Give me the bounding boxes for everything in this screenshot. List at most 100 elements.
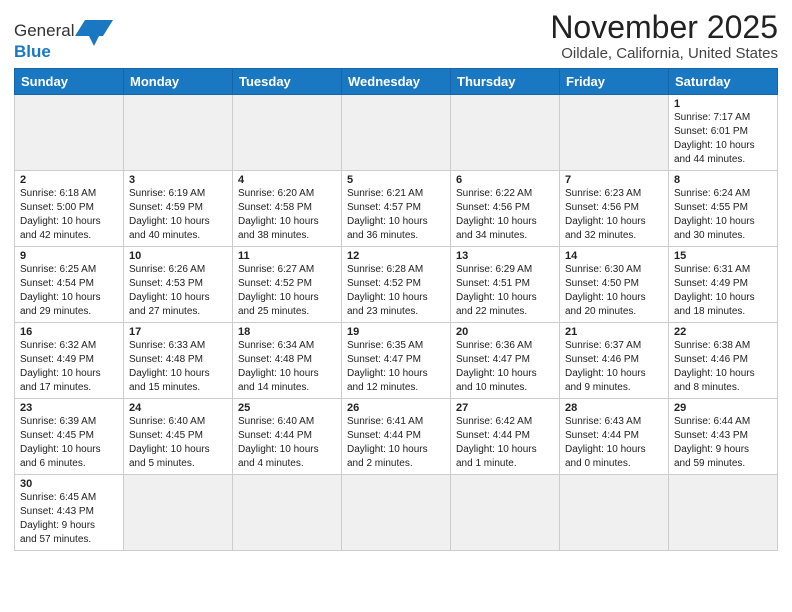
- calendar-week-5: 30Sunrise: 6:45 AM Sunset: 4:43 PM Dayli…: [15, 475, 778, 551]
- calendar-cell: [233, 475, 342, 551]
- calendar-cell: 19Sunrise: 6:35 AM Sunset: 4:47 PM Dayli…: [342, 323, 451, 399]
- day-number: 15: [674, 250, 772, 262]
- calendar-cell: 16Sunrise: 6:32 AM Sunset: 4:49 PM Dayli…: [15, 323, 124, 399]
- day-number: 1: [674, 98, 772, 110]
- day-number: 6: [456, 174, 554, 186]
- header-monday: Monday: [124, 69, 233, 95]
- calendar-subtitle: Oildale, California, United States: [550, 45, 778, 62]
- calendar-cell: 13Sunrise: 6:29 AM Sunset: 4:51 PM Dayli…: [451, 247, 560, 323]
- day-number: 20: [456, 326, 554, 338]
- title-block: November 2025 Oildale, California, Unite…: [550, 10, 778, 62]
- calendar-cell: [342, 95, 451, 171]
- day-number: 22: [674, 326, 772, 338]
- calendar-cell: 1Sunrise: 7:17 AM Sunset: 6:01 PM Daylig…: [669, 95, 778, 171]
- logo-blue-text: Blue: [14, 42, 51, 62]
- day-number: 14: [565, 250, 663, 262]
- weekday-header-row: Sunday Monday Tuesday Wednesday Thursday…: [15, 69, 778, 95]
- calendar-cell: 20Sunrise: 6:36 AM Sunset: 4:47 PM Dayli…: [451, 323, 560, 399]
- day-info: Sunrise: 6:20 AM Sunset: 4:58 PM Dayligh…: [238, 187, 336, 243]
- day-number: 18: [238, 326, 336, 338]
- calendar-cell: 14Sunrise: 6:30 AM Sunset: 4:50 PM Dayli…: [560, 247, 669, 323]
- calendar-cell: [669, 475, 778, 551]
- calendar-cell: 11Sunrise: 6:27 AM Sunset: 4:52 PM Dayli…: [233, 247, 342, 323]
- calendar-cell: 24Sunrise: 6:40 AM Sunset: 4:45 PM Dayli…: [124, 399, 233, 475]
- day-info: Sunrise: 6:27 AM Sunset: 4:52 PM Dayligh…: [238, 263, 336, 319]
- calendar-cell: 15Sunrise: 6:31 AM Sunset: 4:49 PM Dayli…: [669, 247, 778, 323]
- header-sunday: Sunday: [15, 69, 124, 95]
- day-info: Sunrise: 6:41 AM Sunset: 4:44 PM Dayligh…: [347, 415, 445, 471]
- calendar-cell: 7Sunrise: 6:23 AM Sunset: 4:56 PM Daylig…: [560, 171, 669, 247]
- day-number: 4: [238, 174, 336, 186]
- calendar-cell: [451, 95, 560, 171]
- calendar-cell: 29Sunrise: 6:44 AM Sunset: 4:43 PM Dayli…: [669, 399, 778, 475]
- day-number: 30: [20, 478, 118, 490]
- day-number: 17: [129, 326, 227, 338]
- day-number: 2: [20, 174, 118, 186]
- day-info: Sunrise: 6:40 AM Sunset: 4:44 PM Dayligh…: [238, 415, 336, 471]
- header-saturday: Saturday: [669, 69, 778, 95]
- day-info: Sunrise: 6:30 AM Sunset: 4:50 PM Dayligh…: [565, 263, 663, 319]
- day-info: Sunrise: 6:28 AM Sunset: 4:52 PM Dayligh…: [347, 263, 445, 319]
- logo-icon: [75, 16, 113, 46]
- day-info: Sunrise: 6:37 AM Sunset: 4:46 PM Dayligh…: [565, 339, 663, 395]
- logo-general-text: General: [14, 21, 74, 41]
- day-number: 8: [674, 174, 772, 186]
- calendar-week-3: 16Sunrise: 6:32 AM Sunset: 4:49 PM Dayli…: [15, 323, 778, 399]
- calendar-cell: 22Sunrise: 6:38 AM Sunset: 4:46 PM Dayli…: [669, 323, 778, 399]
- day-number: 16: [20, 326, 118, 338]
- calendar-cell: 5Sunrise: 6:21 AM Sunset: 4:57 PM Daylig…: [342, 171, 451, 247]
- calendar-cell: 21Sunrise: 6:37 AM Sunset: 4:46 PM Dayli…: [560, 323, 669, 399]
- calendar-cell: 25Sunrise: 6:40 AM Sunset: 4:44 PM Dayli…: [233, 399, 342, 475]
- day-info: Sunrise: 6:36 AM Sunset: 4:47 PM Dayligh…: [456, 339, 554, 395]
- calendar-title: November 2025: [550, 10, 778, 45]
- calendar-cell: 10Sunrise: 6:26 AM Sunset: 4:53 PM Dayli…: [124, 247, 233, 323]
- day-number: 5: [347, 174, 445, 186]
- calendar-cell: 8Sunrise: 6:24 AM Sunset: 4:55 PM Daylig…: [669, 171, 778, 247]
- day-info: Sunrise: 6:45 AM Sunset: 4:43 PM Dayligh…: [20, 491, 118, 547]
- calendar-cell: [233, 95, 342, 171]
- day-number: 28: [565, 402, 663, 414]
- day-number: 19: [347, 326, 445, 338]
- header: General Blue November 2025 Oildale, Cali…: [14, 10, 778, 62]
- day-number: 11: [238, 250, 336, 262]
- day-number: 3: [129, 174, 227, 186]
- header-tuesday: Tuesday: [233, 69, 342, 95]
- logo: General Blue: [14, 16, 113, 62]
- day-info: Sunrise: 6:33 AM Sunset: 4:48 PM Dayligh…: [129, 339, 227, 395]
- calendar-cell: 12Sunrise: 6:28 AM Sunset: 4:52 PM Dayli…: [342, 247, 451, 323]
- calendar-cell: [15, 95, 124, 171]
- day-info: Sunrise: 6:35 AM Sunset: 4:47 PM Dayligh…: [347, 339, 445, 395]
- day-info: Sunrise: 6:38 AM Sunset: 4:46 PM Dayligh…: [674, 339, 772, 395]
- calendar-week-0: 1Sunrise: 7:17 AM Sunset: 6:01 PM Daylig…: [15, 95, 778, 171]
- calendar-week-4: 23Sunrise: 6:39 AM Sunset: 4:45 PM Dayli…: [15, 399, 778, 475]
- day-number: 13: [456, 250, 554, 262]
- calendar-cell: [124, 95, 233, 171]
- calendar-cell: 4Sunrise: 6:20 AM Sunset: 4:58 PM Daylig…: [233, 171, 342, 247]
- calendar-cell: 23Sunrise: 6:39 AM Sunset: 4:45 PM Dayli…: [15, 399, 124, 475]
- day-info: Sunrise: 6:43 AM Sunset: 4:44 PM Dayligh…: [565, 415, 663, 471]
- calendar-cell: [342, 475, 451, 551]
- day-number: 21: [565, 326, 663, 338]
- calendar-cell: [560, 95, 669, 171]
- day-number: 26: [347, 402, 445, 414]
- calendar-cell: [124, 475, 233, 551]
- day-info: Sunrise: 6:29 AM Sunset: 4:51 PM Dayligh…: [456, 263, 554, 319]
- calendar-cell: 2Sunrise: 6:18 AM Sunset: 5:00 PM Daylig…: [15, 171, 124, 247]
- day-info: Sunrise: 6:24 AM Sunset: 4:55 PM Dayligh…: [674, 187, 772, 243]
- day-number: 9: [20, 250, 118, 262]
- day-info: Sunrise: 6:21 AM Sunset: 4:57 PM Dayligh…: [347, 187, 445, 243]
- day-info: Sunrise: 6:32 AM Sunset: 4:49 PM Dayligh…: [20, 339, 118, 395]
- day-number: 27: [456, 402, 554, 414]
- day-info: Sunrise: 6:44 AM Sunset: 4:43 PM Dayligh…: [674, 415, 772, 471]
- day-info: Sunrise: 6:19 AM Sunset: 4:59 PM Dayligh…: [129, 187, 227, 243]
- calendar-cell: 26Sunrise: 6:41 AM Sunset: 4:44 PM Dayli…: [342, 399, 451, 475]
- day-number: 24: [129, 402, 227, 414]
- day-info: Sunrise: 6:34 AM Sunset: 4:48 PM Dayligh…: [238, 339, 336, 395]
- day-number: 7: [565, 174, 663, 186]
- calendar-cell: 9Sunrise: 6:25 AM Sunset: 4:54 PM Daylig…: [15, 247, 124, 323]
- day-number: 25: [238, 402, 336, 414]
- day-info: Sunrise: 6:25 AM Sunset: 4:54 PM Dayligh…: [20, 263, 118, 319]
- day-info: Sunrise: 7:17 AM Sunset: 6:01 PM Dayligh…: [674, 111, 772, 167]
- header-thursday: Thursday: [451, 69, 560, 95]
- calendar-table: Sunday Monday Tuesday Wednesday Thursday…: [14, 68, 778, 551]
